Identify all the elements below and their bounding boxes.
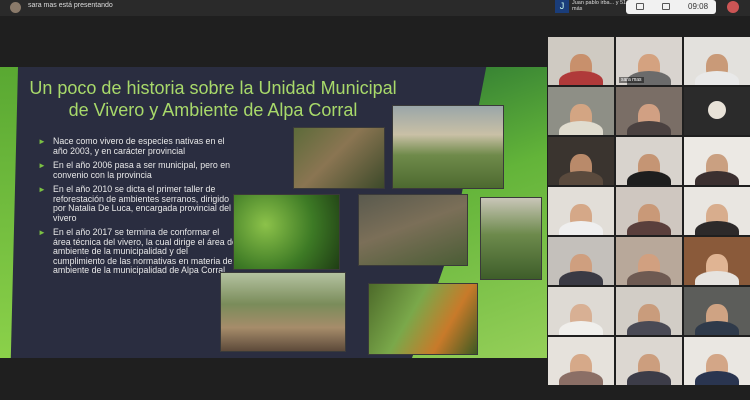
participant-video-tile[interactable] — [684, 137, 750, 185]
top-bar: sara mas está presentando J Juan pablo i… — [0, 0, 750, 16]
participant-video-tile[interactable] — [684, 287, 750, 335]
participant-video-tile[interactable] — [684, 187, 750, 235]
participant-body — [559, 371, 603, 385]
participant-video-tile[interactable] — [548, 37, 614, 85]
presenting-status: sara mas está presentando — [28, 2, 113, 9]
slide-photo-planting — [293, 127, 385, 189]
participant-face — [708, 101, 726, 120]
participant-video-tile[interactable] — [684, 87, 750, 135]
slide-photo-group — [392, 105, 504, 189]
participant-video-tile[interactable] — [616, 337, 682, 385]
bullet-arrow-icon: ► — [38, 161, 46, 170]
chat-icon[interactable] — [636, 3, 644, 10]
slide-bullet: ► En el año 2010 se dicta el primer talle… — [38, 184, 231, 223]
slide-photo-nursery — [480, 197, 542, 280]
slide-photo-seedlings — [233, 194, 340, 270]
presenter-avatar — [10, 2, 21, 13]
participant-video-tile[interactable] — [548, 287, 614, 335]
slide-decoration-left — [0, 67, 18, 358]
participant-video-tile[interactable] — [548, 337, 614, 385]
participant-video-tile[interactable] — [616, 187, 682, 235]
participant-video-tile[interactable] — [684, 237, 750, 285]
participant-body — [627, 221, 671, 235]
participant-body — [695, 321, 739, 335]
participant-name-label: sara mas — [619, 77, 644, 83]
slide-bullet-list: ► Nace como vivero de especies nativas en… — [38, 136, 238, 281]
participant-body — [627, 271, 671, 285]
participant-video-tile[interactable] — [684, 337, 750, 385]
slide-bullet: ► Nace como vivero de especies nativas en… — [38, 136, 225, 156]
participant-body — [627, 121, 671, 135]
participant-body — [559, 221, 603, 235]
bullet-arrow-icon: ► — [38, 137, 46, 146]
participant-body — [559, 171, 603, 185]
participant-video-tile[interactable] — [684, 37, 750, 85]
slide-photo-outdoor-class — [220, 272, 346, 352]
slide-bullet: ► En el año 2006 pasa a ser municipal, pe… — [38, 160, 231, 180]
participant-body — [559, 121, 603, 135]
participant-body — [559, 71, 603, 85]
participant-video-tile[interactable] — [616, 287, 682, 335]
participant-video-tile[interactable] — [548, 87, 614, 135]
participant-body — [695, 371, 739, 385]
participant-video-tile[interactable] — [616, 137, 682, 185]
participant-video-tile[interactable] — [548, 137, 614, 185]
slide-photo-garden — [368, 283, 478, 355]
screen-icon[interactable] — [662, 3, 670, 10]
bullet-arrow-icon: ► — [38, 185, 46, 194]
slide-photo-workshop — [358, 194, 468, 266]
participant-body — [559, 271, 603, 285]
bullet-arrow-icon: ► — [38, 228, 46, 237]
participant-body — [627, 371, 671, 385]
user-avatar[interactable] — [727, 1, 739, 13]
participant-body — [695, 271, 739, 285]
participant-body — [695, 171, 739, 185]
participant-body — [559, 321, 603, 335]
participant-body — [627, 171, 671, 185]
participant-video-tile[interactable]: sara mas — [616, 37, 682, 85]
participant-video-tile[interactable] — [616, 237, 682, 285]
participant-body — [627, 321, 671, 335]
slide-bullet: ► En el año 2017 se termina de conformar … — [38, 227, 237, 275]
participant-grid-footer — [548, 385, 750, 400]
slide-title: Un poco de historia sobre la Unidad Muni… — [29, 78, 397, 120]
participant-body — [695, 221, 739, 235]
participant-body — [695, 71, 739, 85]
presentation-slide: Un poco de historia sobre la Unidad Muni… — [0, 67, 547, 358]
participant-video-tile[interactable] — [548, 187, 614, 235]
clock: 09:08 — [688, 2, 709, 11]
participants-summary[interactable]: Juan pablo irba... y 51 más — [572, 0, 632, 12]
participant-avatar-badge[interactable]: J — [555, 0, 569, 13]
participant-video-tile[interactable] — [616, 87, 682, 135]
participant-grid: sara mas — [548, 37, 750, 385]
participant-video-tile[interactable] — [548, 237, 614, 285]
